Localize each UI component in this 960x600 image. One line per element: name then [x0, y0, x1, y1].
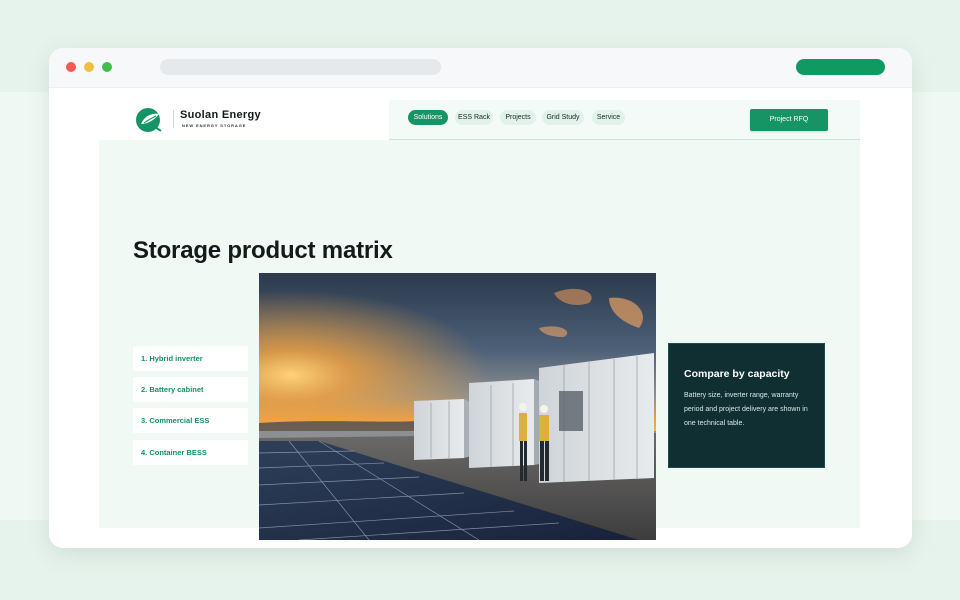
nav-item-ess-rack[interactable]: ESS Rack — [455, 110, 493, 125]
website: Suolan Energy NEW ENERGY STORAGE Solutio… — [99, 100, 860, 540]
product-item-container-bess[interactable]: 4. Container BESS — [133, 440, 248, 465]
browser-window: Suolan Energy NEW ENERGY STORAGE Solutio… — [49, 48, 912, 548]
nav-item-grid-study[interactable]: Grid Study — [542, 110, 584, 125]
project-rfq-button[interactable]: Project RFQ — [750, 109, 828, 131]
address-bar[interactable] — [160, 59, 441, 75]
photo-illustration — [259, 273, 656, 540]
product-item-commercial-ess[interactable]: 3. Commercial ESS — [133, 408, 248, 433]
compare-capacity-card: Compare by capacity Battery size, invert… — [668, 343, 825, 468]
site-header: Suolan Energy NEW ENERGY STORAGE Solutio… — [99, 100, 860, 140]
brand-tagline: NEW ENERGY STORAGE — [182, 123, 247, 128]
nav-item-service[interactable]: Service — [592, 110, 625, 125]
minimize-window-button[interactable] — [84, 62, 94, 72]
nav-item-solutions[interactable]: Solutions — [408, 110, 448, 125]
leaf-logo-icon[interactable] — [135, 107, 163, 133]
logo-separator — [173, 110, 174, 128]
maximize-window-button[interactable] — [102, 62, 112, 72]
page-title: Storage product matrix — [133, 237, 393, 264]
card-title: Compare by capacity — [684, 368, 790, 380]
close-window-button[interactable] — [66, 62, 76, 72]
product-item-battery-cabinet[interactable]: 2. Battery cabinet — [133, 377, 248, 402]
nav-item-projects[interactable]: Projects — [500, 110, 536, 125]
browser-action-button[interactable] — [796, 59, 885, 75]
product-item-hybrid-inverter[interactable]: 1. Hybrid inverter — [133, 346, 248, 371]
card-body: Battery size, inverter range, warranty p… — [684, 392, 808, 427]
brand-name[interactable]: Suolan Energy — [180, 109, 261, 121]
browser-toolbar — [49, 48, 912, 88]
battery-storage-site-photo — [259, 273, 656, 540]
